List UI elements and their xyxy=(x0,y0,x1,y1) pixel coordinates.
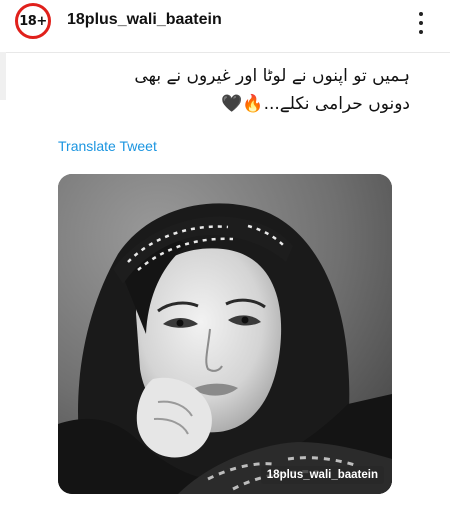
username[interactable]: 18plus_wali_baatein xyxy=(67,11,222,29)
tweet-text: ہمیں تو اپنوں نے لوٹا اور غیروں نے بھی د… xyxy=(40,62,410,118)
avatar-label: 18+ xyxy=(19,13,47,29)
left-divider xyxy=(0,52,6,100)
tweet-header: 18+ 18plus_wali_baatein xyxy=(0,0,450,53)
tweet-media-image[interactable]: 18plus_wali_baatein xyxy=(58,174,392,494)
tweet-text-line: دونوں حرامی نکلے...🔥🖤 xyxy=(221,94,410,114)
avatar[interactable]: 18+ xyxy=(15,3,51,39)
tweet-text-line: ہمیں تو اپنوں نے لوٹا اور غیروں نے بھی xyxy=(134,66,410,86)
translate-tweet-link[interactable]: Translate Tweet xyxy=(58,138,157,154)
portrait-photo xyxy=(58,174,392,494)
watermark-label: 18plus_wali_baatein xyxy=(260,466,384,484)
more-vertical-icon[interactable] xyxy=(411,10,431,36)
